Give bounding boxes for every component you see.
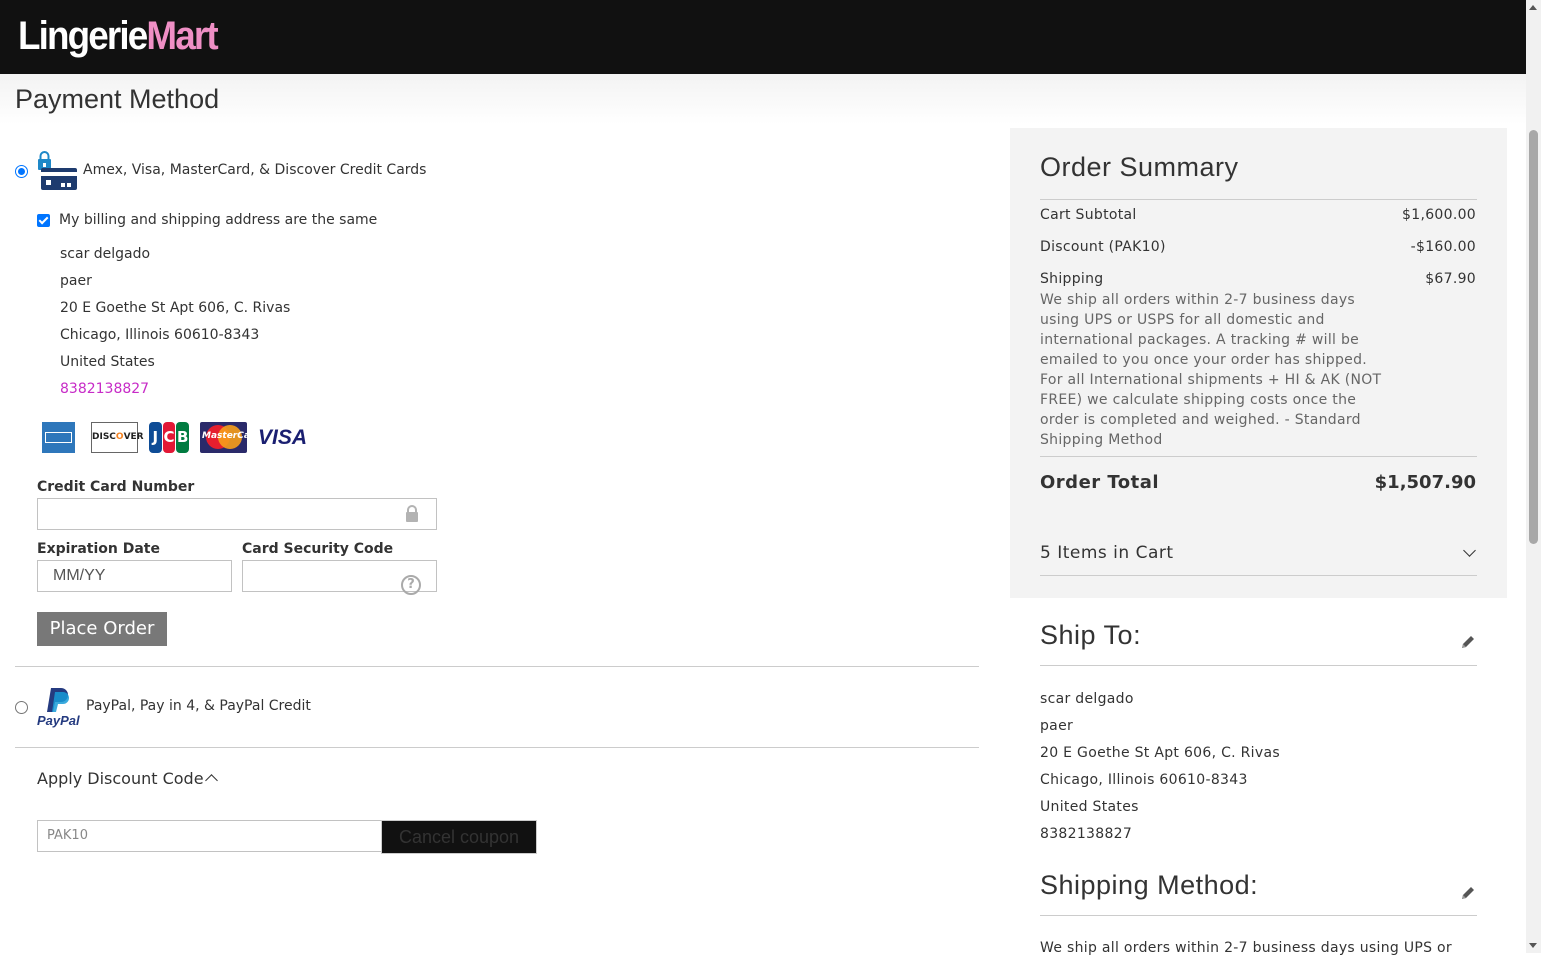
expiration-label: Expiration Date [37,541,160,557]
billing-same-label[interactable]: My billing and shipping address are the … [59,212,377,228]
jcb-icon: JCB [149,422,190,453]
visa-icon: VISA [258,426,308,449]
billing-name: scar delgado [60,246,151,262]
order-summary-title: Order Summary [1040,152,1239,182]
billing-company: paer [60,273,92,289]
billing-same-checkbox[interactable] [37,214,50,227]
discount-value: -$160.00 [1410,239,1476,255]
billing-country: United States [60,354,155,370]
shipping-description: We ship all orders within 2-7 business d… [1040,292,1382,448]
paypal-label[interactable]: PayPal, Pay in 4, & PayPal Credit [86,698,311,714]
scroll-up-arrow-icon[interactable] [1529,5,1537,10]
discount-toggle[interactable]: Apply Discount Code [37,769,204,788]
card-number-input[interactable] [37,498,437,530]
edit-pencil-icon[interactable] [1459,884,1477,902]
subtotal-label: Cart Subtotal [1040,207,1137,223]
cancel-coupon-button[interactable]: Cancel coupon [381,820,537,854]
discount-code-input[interactable]: PAK10 [37,820,382,852]
ship-to-name: scar delgado [1040,691,1134,707]
items-in-cart-toggle[interactable]: 5 Items in Cart [1040,543,1174,563]
shipping-value: $67.90 [1425,271,1476,287]
billing-street: 20 E Goethe St Apt 606, C. Rivas [60,300,291,316]
page-title: Payment Method [15,84,220,114]
divider [1040,915,1477,916]
logo-text-lingerie: Lingerie [18,14,148,58]
ship-to-company: paer [1040,718,1074,734]
chevron-up-icon[interactable] [205,774,218,787]
divider [1040,665,1477,666]
divider [1040,199,1477,200]
mastercard-icon: MasterCard [200,422,247,453]
scroll-thumb[interactable] [1529,130,1538,544]
help-icon[interactable]: ? [401,575,421,595]
lock-icon [406,505,418,522]
subtotal-value: $1,600.00 [1402,207,1476,223]
divider [15,666,979,667]
scroll-down-arrow-icon[interactable] [1529,943,1537,948]
security-code-label: Card Security Code [242,541,394,557]
shipping-label: Shipping [1040,271,1104,287]
billing-phone[interactable]: 8382138827 [60,381,149,397]
discount-label: Discount (PAK10) [1040,239,1166,255]
credit-card-label[interactable]: Amex, Visa, MasterCard, & Discover Credi… [83,162,426,178]
site-header: LingerieMart [0,0,1526,74]
edit-pencil-icon[interactable] [1459,633,1477,651]
amex-icon [42,422,75,453]
expiration-input[interactable]: MM/YY [37,560,232,592]
credit-card-lock-icon [38,151,77,190]
discover-icon: DISCOVER [91,422,144,453]
order-total-label: Order Total [1040,472,1160,493]
page-scrollbar[interactable] [1526,0,1541,953]
divider [1040,456,1477,457]
paypal-logo-text: PayPal [37,713,80,728]
divider [1040,575,1477,576]
shipping-method-title: Shipping Method: [1040,870,1259,900]
logo-text-mart: Mart [146,14,218,58]
ship-to-phone[interactable]: 8382138827 [1040,826,1132,842]
ship-to-title: Ship To: [1040,620,1142,650]
shipping-method-text: We ship all orders within 2-7 business d… [1040,940,1452,956]
ship-to-country: United States [1040,799,1139,815]
place-order-button[interactable]: Place Order [37,612,167,646]
credit-card-radio[interactable] [15,165,28,178]
billing-city: Chicago, Illinois 60610-8343 [60,327,260,343]
ship-to-street: 20 E Goethe St Apt 606, C. Rivas [1040,745,1280,761]
order-total-value: $1,507.90 [1374,472,1476,493]
paypal-icon: PayPal [37,688,80,728]
card-number-label: Credit Card Number [37,479,195,495]
site-logo[interactable]: LingerieMart [18,14,219,58]
divider [15,747,979,748]
header-shadow [0,74,1526,124]
paypal-radio[interactable] [15,701,28,714]
ship-to-city: Chicago, Illinois 60610-8343 [1040,772,1248,788]
